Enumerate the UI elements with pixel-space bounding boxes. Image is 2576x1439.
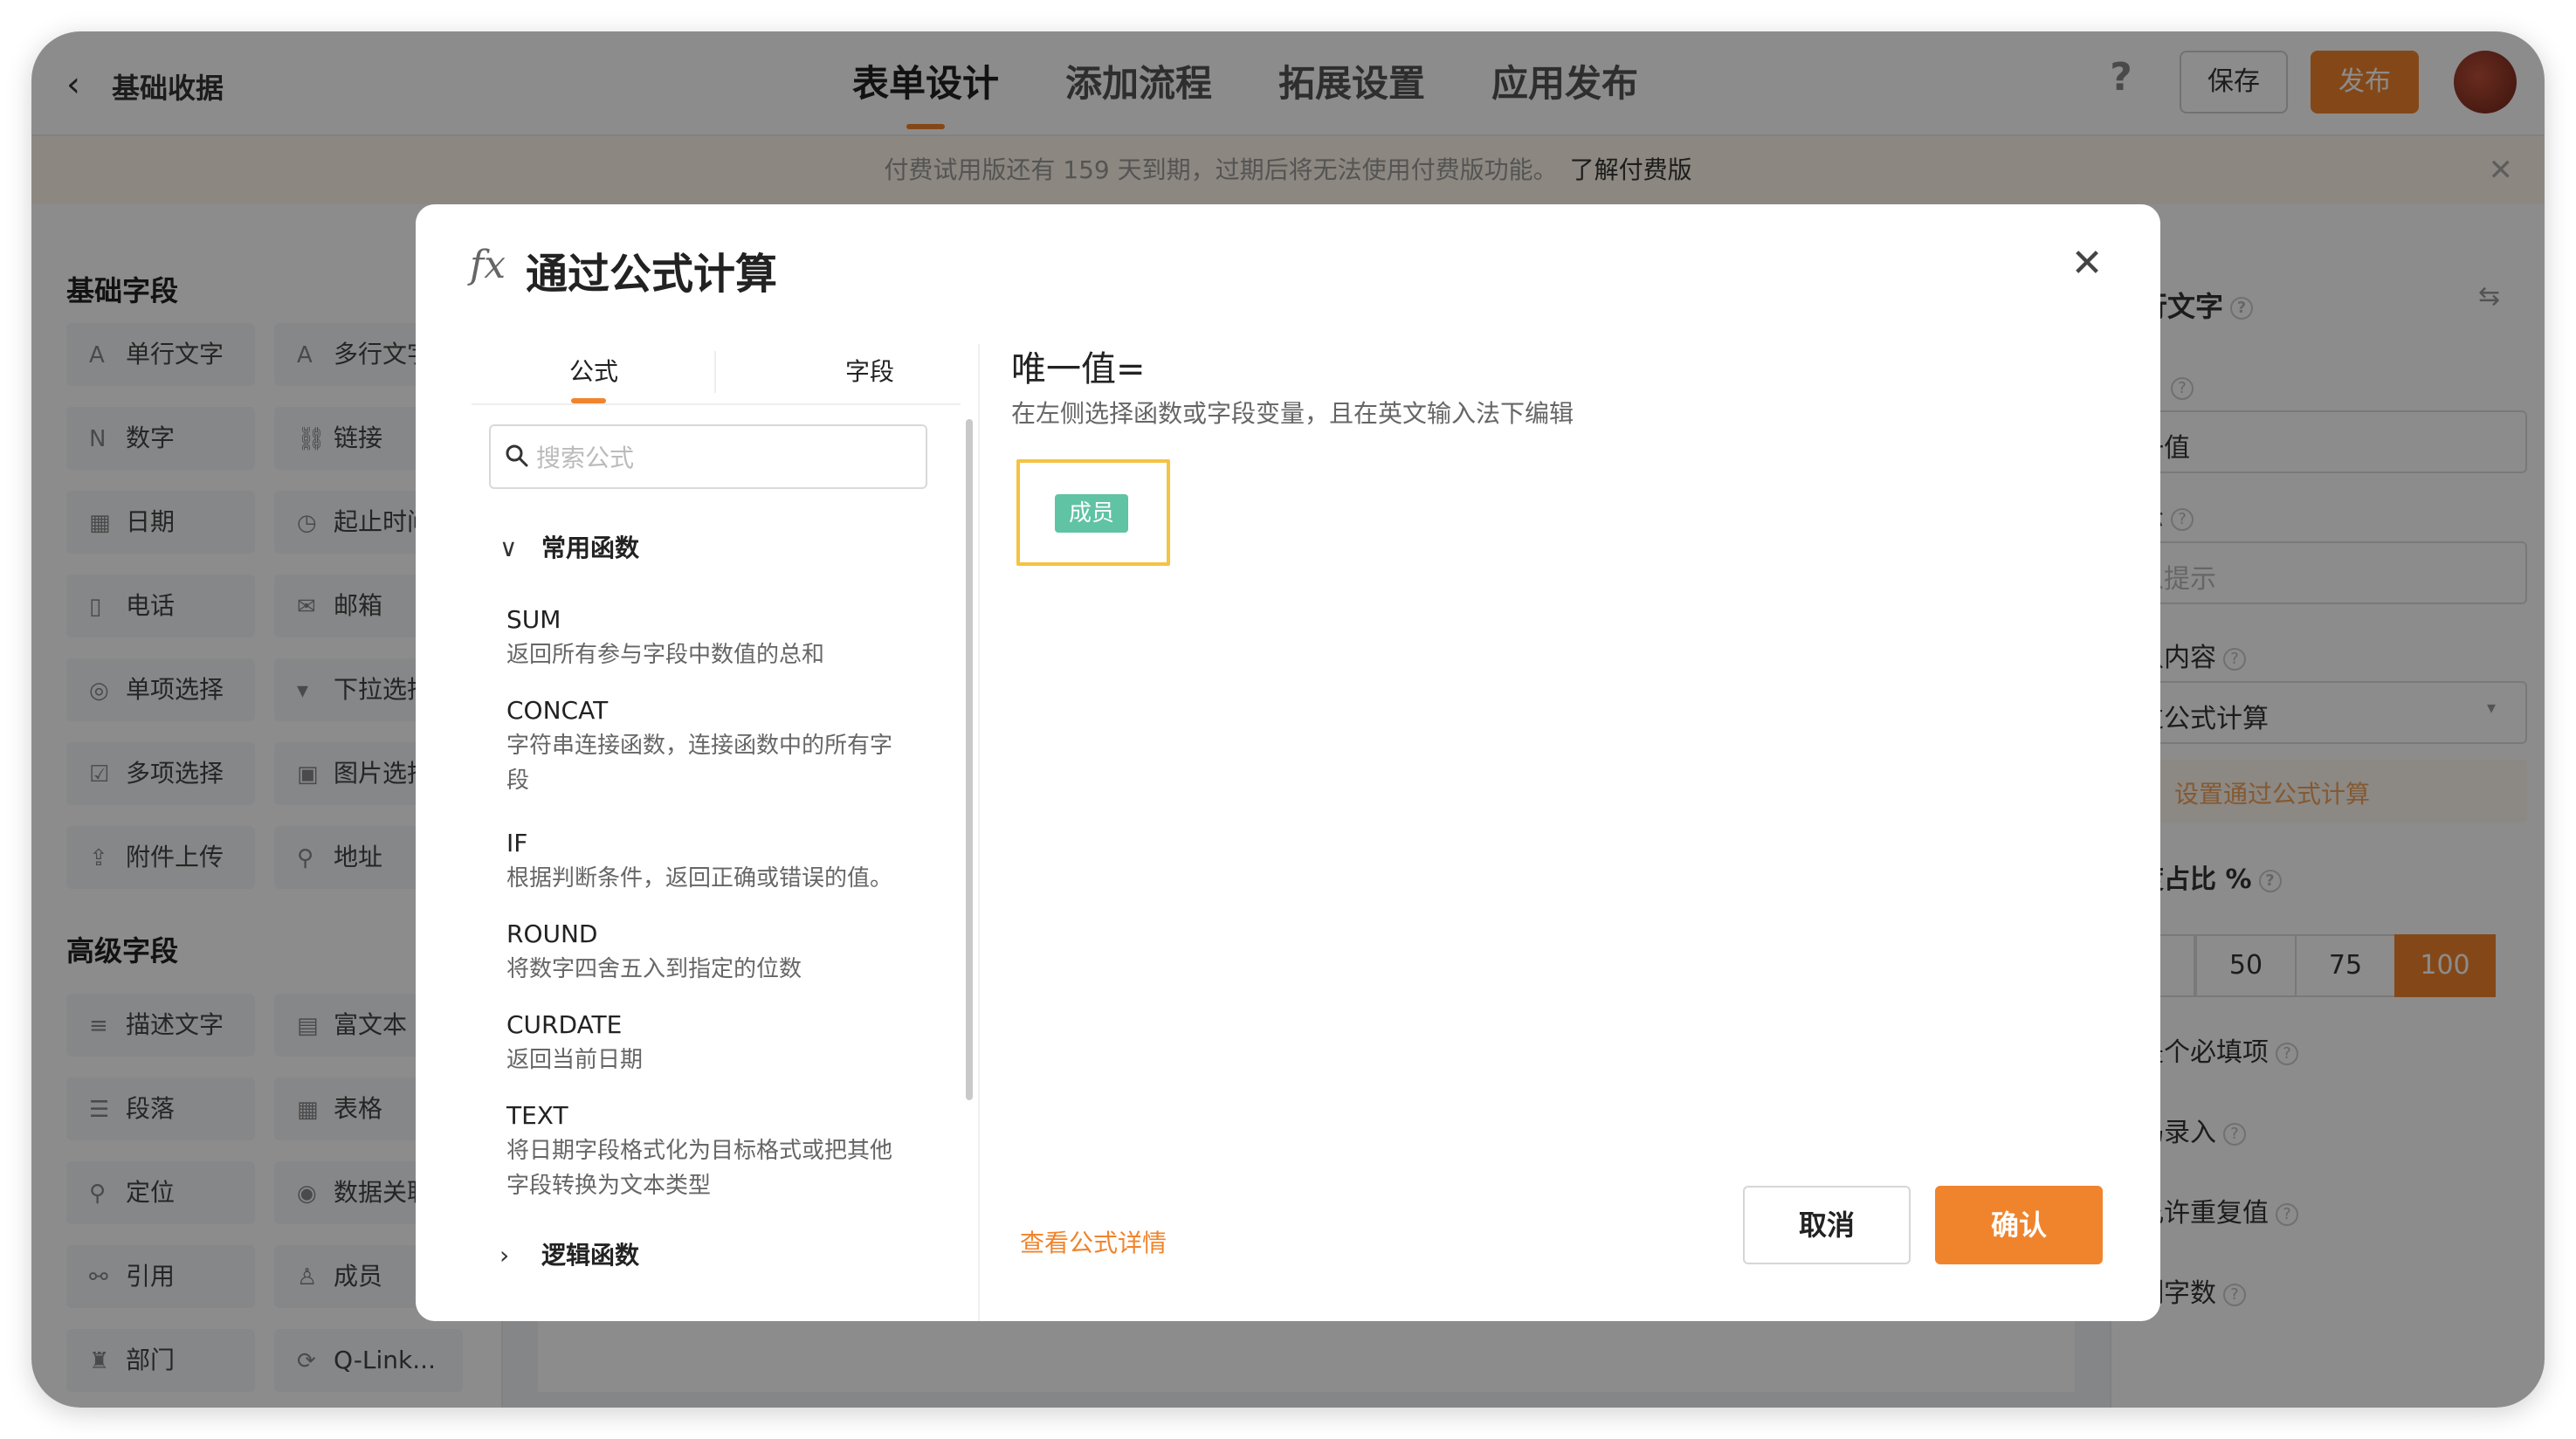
formula-hint: 在左侧选择函数或字段变量，且在英文输入法下编辑: [1011, 399, 1574, 428]
cancel-button[interactable]: 取消: [1743, 1186, 1911, 1264]
tab-formula[interactable]: 公式: [569, 353, 618, 388]
formula-modal: fx 通过公式计算 ✕ 公式 字段 ∨ 常用函数 SUM 返回所有参与字段中数值的…: [416, 204, 2160, 1321]
function-item-if[interactable]: IF 根据判断条件，返回正确或错误的值。: [506, 826, 908, 896]
formula-target-label: 唯一值=: [1011, 349, 1146, 389]
chevron-down-icon: ∨: [499, 534, 518, 562]
function-desc: 返回当前日期: [506, 1047, 644, 1073]
group-common-label: 常用函数: [541, 534, 640, 562]
formula-detail-link[interactable]: 查看公式详情: [1020, 1224, 1167, 1259]
tab-fields[interactable]: 字段: [845, 353, 894, 388]
function-desc: 返回所有参与字段中数值的总和: [506, 642, 825, 668]
search-input[interactable]: [536, 435, 903, 480]
function-name: CONCAT: [506, 696, 609, 725]
function-desc: 将日期字段格式化为目标格式或把其他字段转换为文本类型: [506, 1138, 893, 1199]
formula-search: [489, 424, 927, 489]
group-logic-label: 逻辑函数: [541, 1241, 640, 1270]
function-item-concat[interactable]: CONCAT 字符串连接函数，连接函数中的所有字段: [506, 693, 908, 798]
panel-divider: [978, 344, 980, 1321]
tab-underline-track: [472, 403, 961, 405]
group-common-functions[interactable]: ∨ 常用函数: [499, 529, 639, 564]
tab-divider: [714, 351, 716, 393]
function-list-scrollbar[interactable]: [966, 419, 973, 1100]
function-desc: 将数字四舍五入到指定的位数: [506, 956, 802, 982]
chevron-right-icon: ›: [499, 1241, 510, 1270]
function-desc: 字符串连接函数，连接函数中的所有字段: [506, 733, 893, 794]
app-window: ‹ 基础收据 表单设计 添加流程 拓展设置 应用发布 ? 保存 发布 付费试用版…: [31, 31, 2545, 1408]
function-name: IF: [506, 829, 528, 857]
group-logic-functions[interactable]: › 逻辑函数: [499, 1236, 639, 1271]
function-item-sum[interactable]: SUM 返回所有参与字段中数值的总和: [506, 602, 908, 672]
confirm-button[interactable]: 确认: [1935, 1186, 2103, 1264]
function-item-round[interactable]: ROUND 将数字四舍五入到指定的位数: [506, 917, 908, 987]
close-icon[interactable]: ✕: [2070, 244, 2104, 283]
function-item-curdate[interactable]: CURDATE 返回当前日期: [506, 1008, 908, 1078]
modal-title: 通过公式计算: [526, 250, 778, 299]
function-desc: 根据判断条件，返回正确或错误的值。: [506, 865, 893, 892]
function-item-text[interactable]: TEXT 将日期字段格式化为目标格式或把其他字段转换为文本类型: [506, 1098, 908, 1203]
function-name: TEXT: [506, 1101, 568, 1130]
function-name: CURDATE: [506, 1010, 623, 1039]
function-name: SUM: [506, 605, 561, 634]
search-icon: [506, 444, 528, 467]
fx-icon: fx: [470, 243, 506, 287]
function-name: ROUND: [506, 919, 598, 948]
tab-active-indicator: [571, 398, 606, 403]
formula-token-member[interactable]: 成员: [1055, 494, 1128, 533]
